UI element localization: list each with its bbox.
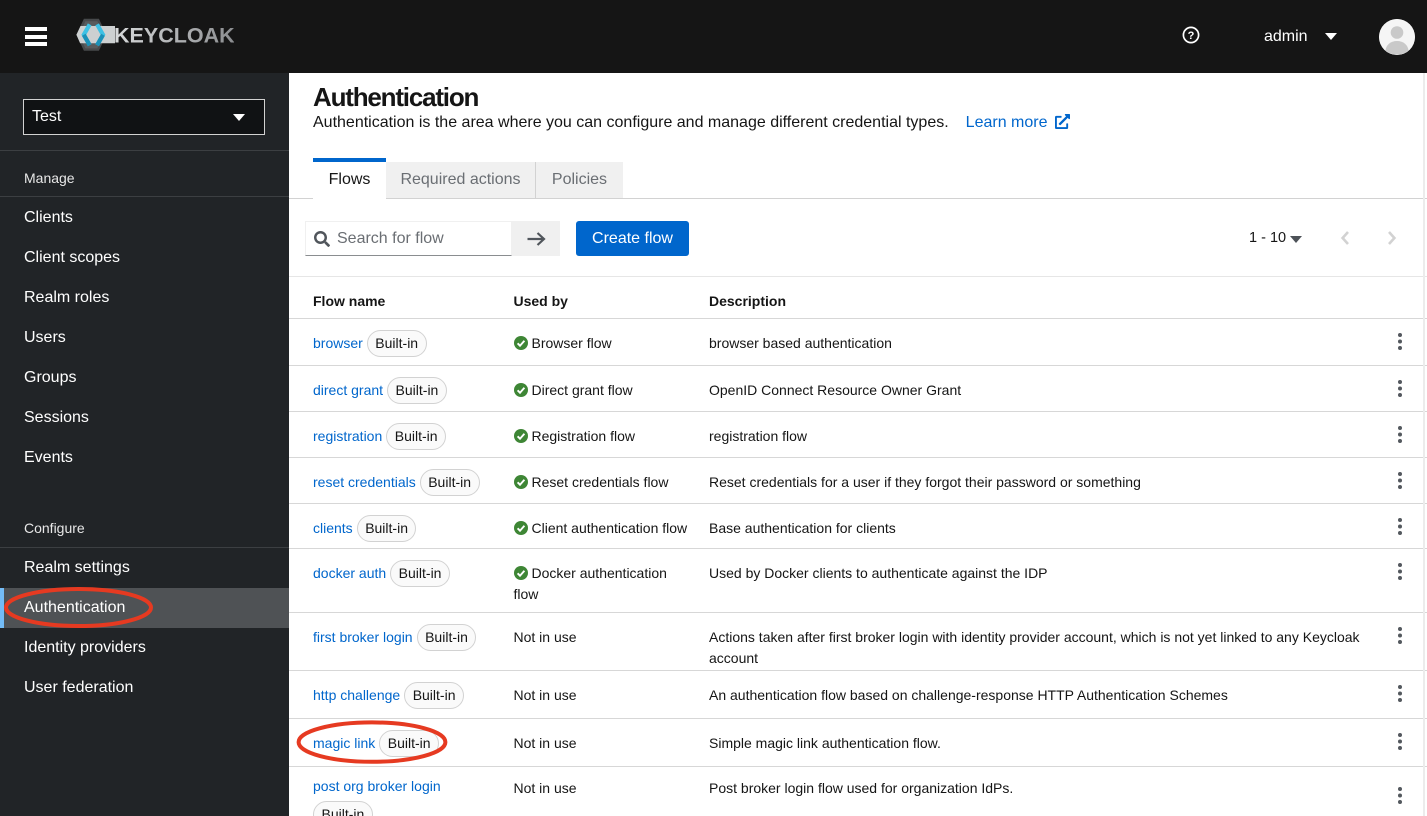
svg-text:?: ? — [1188, 30, 1195, 42]
svg-text:KEYCLOAK: KEYCLOAK — [114, 24, 234, 48]
